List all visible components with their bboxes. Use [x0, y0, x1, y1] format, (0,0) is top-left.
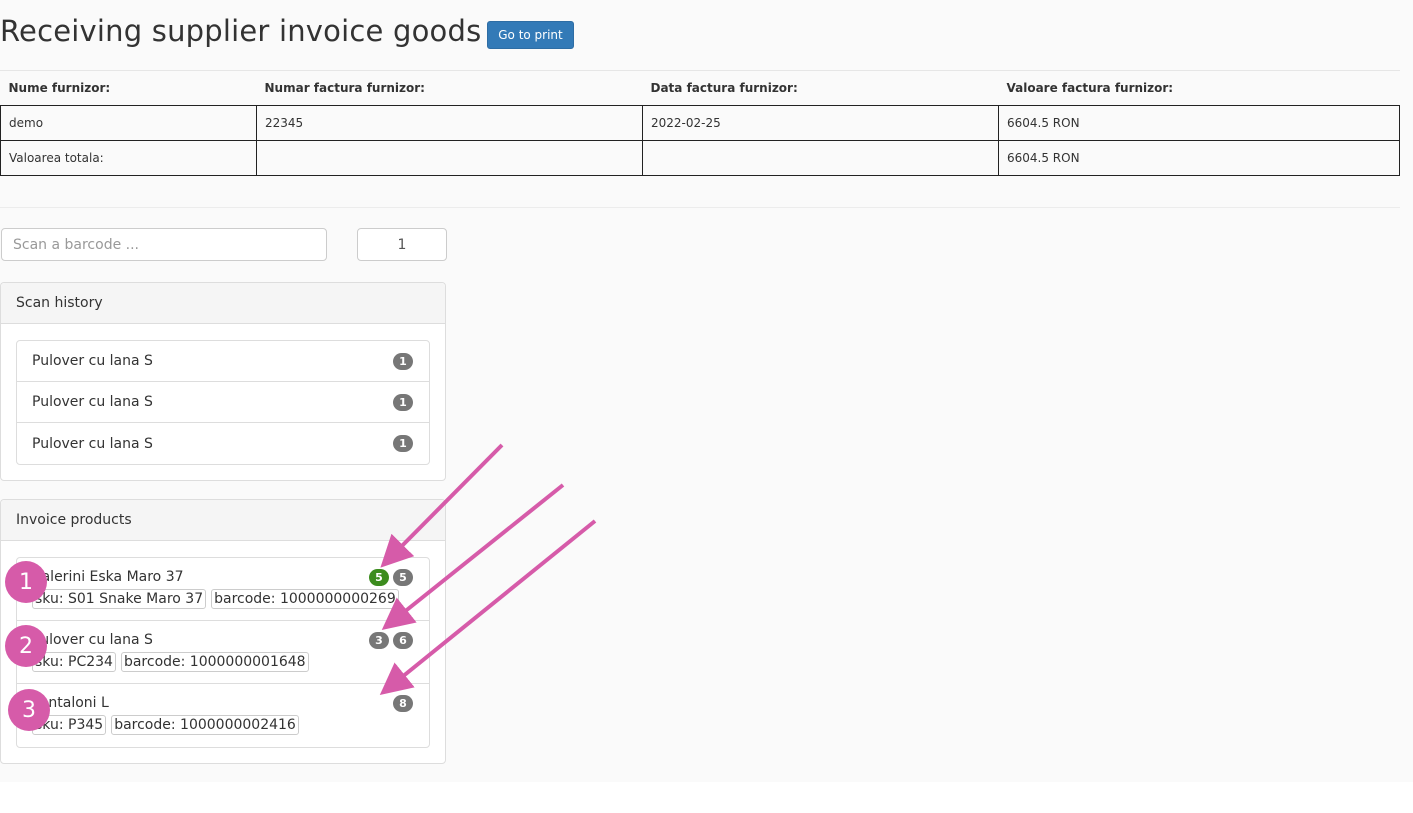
count-badge: 1: [393, 353, 413, 370]
count-badge: 1: [393, 394, 413, 411]
total-label-cell: Valoarea totala:: [0, 140, 257, 176]
scan-history-heading: Scan history: [1, 283, 445, 324]
list-item: Pantaloni L sku: P345 barcode: 100000000…: [17, 684, 429, 747]
table-row: Valoarea totala: 6604.5 RON: [0, 140, 1400, 176]
total-value-cell: 6604.5 RON: [998, 140, 1400, 176]
table-header-row: Nume furnizor: Numar factura furnizor: D…: [1, 70, 1400, 106]
annotation-marker-3: 3: [8, 689, 50, 731]
scanned-count-badge: 5: [369, 569, 389, 586]
invoice-info-table: Nume furnizor: Numar factura furnizor: D…: [0, 70, 1400, 176]
go-to-print-button[interactable]: Go to print: [487, 21, 574, 49]
expected-count-badge: 5: [393, 569, 413, 586]
column-header-invoice-number: Numar factura furnizor:: [264, 80, 425, 95]
barcode-scan-input[interactable]: [1, 228, 327, 261]
annotation-marker-2: 2: [5, 625, 47, 667]
barcode-tag: barcode: 1000000000269: [211, 589, 399, 609]
history-item-name: Pulover cu lana S: [32, 353, 153, 369]
empty-cell: [642, 140, 999, 176]
barcode-tag: barcode: 1000000002416: [111, 715, 299, 735]
history-item-name: Pulover cu lana S: [32, 394, 153, 410]
invoice-value-cell: 6604.5 RON: [998, 105, 1400, 141]
quantity-input[interactable]: [357, 228, 447, 261]
list-item: Balerini Eska Maro 37 sku: S01 Snake Mar…: [17, 558, 429, 621]
invoice-date-cell: 2022-02-25: [642, 105, 999, 141]
expected-count-badge: 8: [393, 695, 413, 712]
invoice-products-heading: Invoice products: [1, 500, 445, 541]
empty-cell: [256, 140, 643, 176]
sku-tag: sku: S01 Snake Maro 37: [32, 589, 207, 609]
divider: [0, 207, 1400, 208]
column-header-invoice-value: Valoare factura furnizor:: [1006, 80, 1174, 95]
list-item: Pulover cu lana S sku: PC234 barcode: 10…: [17, 621, 429, 684]
list-item: Pulover cu lana S 1: [17, 382, 429, 423]
column-header-supplier-name: Nume furnizor:: [8, 80, 111, 95]
annotation-marker-1: 1: [5, 561, 47, 603]
scanned-count-badge: 3: [369, 632, 389, 649]
invoice-products-list: Balerini Eska Maro 37 sku: S01 Snake Mar…: [16, 557, 430, 748]
supplier-name-cell: demo: [0, 105, 257, 141]
list-item: Pulover cu lana S 1: [17, 423, 429, 464]
scan-history-list: Pulover cu lana S 1 Pulover cu lana S 1 …: [16, 340, 430, 465]
count-badge: 1: [393, 435, 413, 452]
barcode-tag: barcode: 1000000001648: [120, 652, 309, 672]
scan-history-panel: Scan history Pulover cu lana S 1 Pulover…: [0, 282, 446, 481]
product-name: Balerini Eska Maro 37: [32, 569, 184, 585]
table-row: demo 22345 2022-02-25 6604.5 RON: [0, 105, 1400, 141]
history-item-name: Pulover cu lana S: [32, 435, 153, 452]
product-name: Pantaloni L: [32, 695, 109, 711]
column-header-invoice-date: Data factura furnizor:: [650, 80, 798, 95]
invoice-products-panel: Invoice products Balerini Eska Maro 37 s…: [0, 499, 446, 764]
list-item: Pulover cu lana S 1: [17, 341, 429, 382]
page-title: Receiving supplier invoice goods: [0, 14, 482, 48]
expected-count-badge: 6: [393, 632, 413, 649]
product-name: Pulover cu lana S: [32, 632, 153, 648]
invoice-number-cell: 22345: [256, 105, 643, 141]
